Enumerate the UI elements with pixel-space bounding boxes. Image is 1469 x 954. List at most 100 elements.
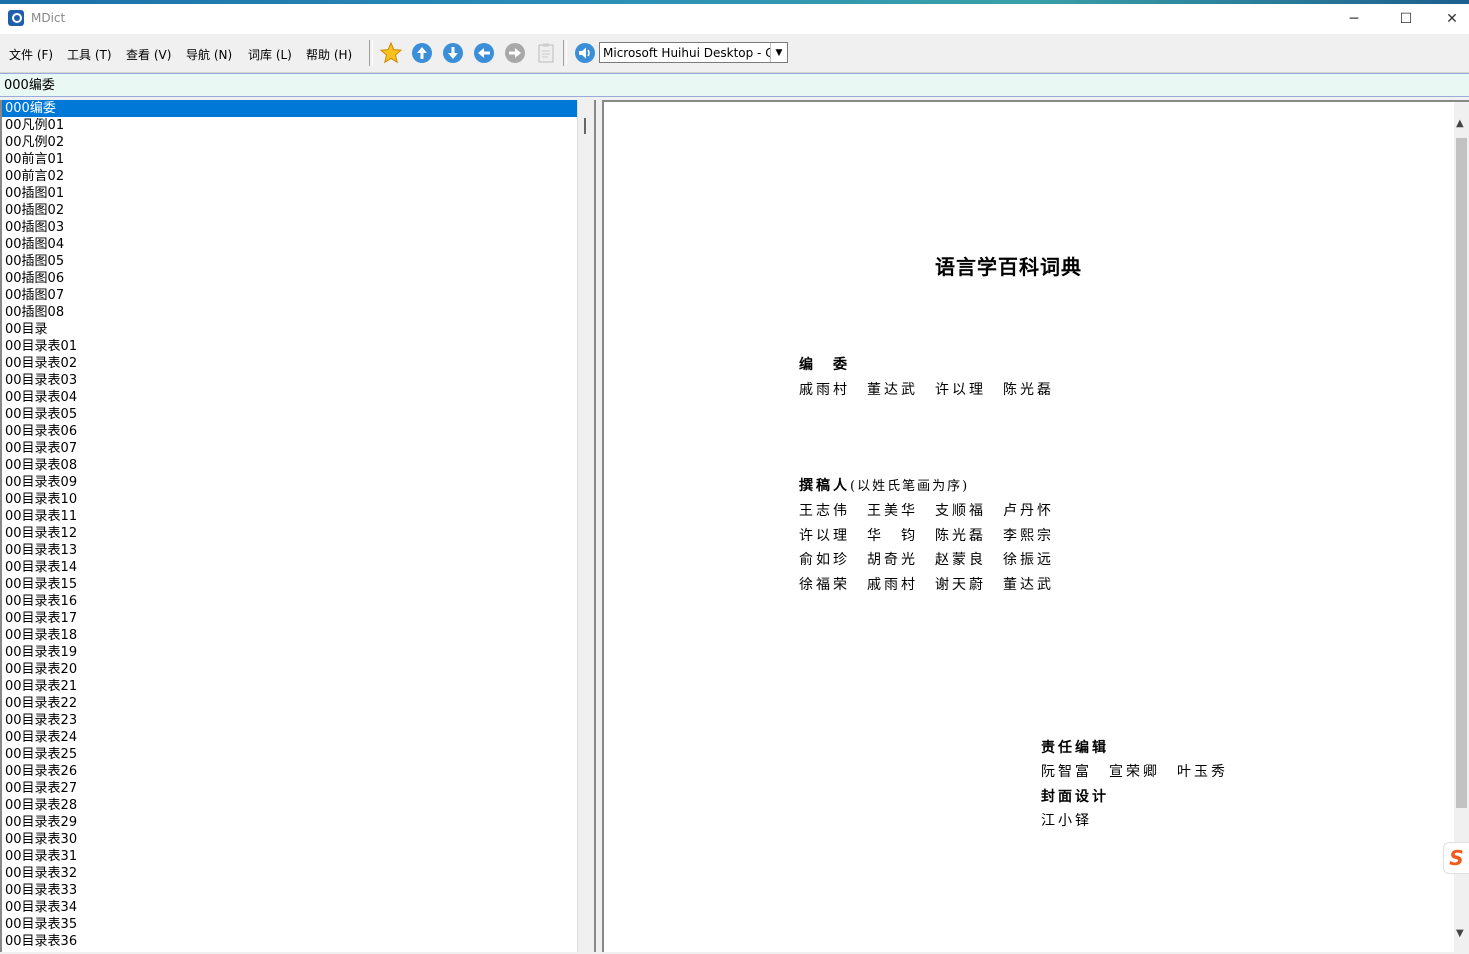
list-item[interactable]: 000编委 (2, 100, 577, 117)
cover-design-heading: 封面设计 (1041, 789, 1109, 805)
menu-library[interactable]: 词库 (L) (248, 46, 292, 63)
scroll-up-icon[interactable]: ▲ (1456, 118, 1464, 129)
book-title: 语言学百科词典 (935, 255, 1082, 279)
list-item[interactable]: 00前言02 (2, 168, 577, 185)
editors-names: 阮智富 宣荣卿 叶玉秀 (1041, 764, 1228, 780)
list-item[interactable]: 00目录表25 (2, 746, 577, 763)
list-item[interactable]: 00目录表31 (2, 848, 577, 865)
list-item[interactable]: 00目录表11 (2, 508, 577, 525)
authors-row: 许以理 华 钧 陈光磊 李熙宗 (799, 528, 1054, 544)
speaker-icon[interactable] (574, 42, 596, 64)
list-item[interactable]: 00目录表30 (2, 831, 577, 848)
list-item[interactable]: 00目录表09 (2, 474, 577, 491)
authors-row: 王志伟 王美华 支顺福 卢丹怀 (799, 503, 1054, 519)
entry-list: 000编委 00凡例01 00凡例02 00前言01 00前言02 00插图01 00插图0… (2, 100, 577, 950)
list-item[interactable]: 00目录表05 (2, 406, 577, 423)
minimize-button[interactable]: ─ (1331, 4, 1377, 34)
list-item[interactable]: 00目录表04 (2, 389, 577, 406)
list-item[interactable]: 00插图04 (2, 236, 577, 253)
list-item[interactable]: 00目录 (2, 321, 577, 338)
list-item[interactable]: 00目录表29 (2, 814, 577, 831)
clipboard-icon[interactable] (535, 42, 557, 64)
document-page: 语言学百科词典 编 委 戚雨村 董达武 许以理 陈光磊 撰稿人(以姓氏笔画为序)… (604, 102, 1454, 954)
maximize-button[interactable]: ☐ (1383, 4, 1429, 34)
list-item[interactable]: 00目录表03 (2, 372, 577, 389)
authors-note: (以姓氏笔画为序) (850, 479, 970, 494)
list-item[interactable]: 00目录表19 (2, 644, 577, 661)
star-icon[interactable] (380, 42, 402, 64)
list-item[interactable]: 00目录表10 (2, 491, 577, 508)
list-item[interactable]: 00目录表02 (2, 355, 577, 372)
editors-heading: 责任编辑 (1041, 740, 1109, 756)
window-title: MDict (31, 11, 66, 25)
list-item[interactable]: 00目录表15 (2, 576, 577, 593)
menu-navigate[interactable]: 导航 (N) (186, 46, 232, 63)
list-item[interactable]: 00目录表35 (2, 916, 577, 933)
list-item[interactable]: 00插图06 (2, 270, 577, 287)
committee-heading: 编 委 (799, 357, 850, 373)
entry-list-pane: 000编委 00凡例01 00凡例02 00前言01 00前言02 00插图01 00插图0… (0, 100, 592, 952)
search-input[interactable] (4, 76, 1404, 91)
authors-row: 俞如珍 胡奇光 赵蒙良 徐振远 (799, 552, 1054, 568)
arrow-left-icon[interactable] (473, 42, 495, 64)
voice-select[interactable]: Microsoft Huihui Desktop - C ▼ (599, 42, 788, 63)
list-item[interactable]: 00凡例02 (2, 134, 577, 151)
content-scrollbar-thumb[interactable] (1456, 138, 1467, 808)
menu-toolbar: 文件 (F) 工具 (T) 查看 (V) 导航 (N) 词库 (L) 帮助 (H… (0, 34, 1469, 73)
content-scrollbar[interactable]: ▲ ▼ (1454, 102, 1469, 952)
list-item[interactable]: 00目录表24 (2, 729, 577, 746)
sogou-ime-icon[interactable]: S (1443, 842, 1469, 874)
mdict-app-icon (8, 10, 24, 26)
list-item[interactable]: 00插图07 (2, 287, 577, 304)
list-item[interactable]: 00目录表16 (2, 593, 577, 610)
scroll-down-icon[interactable]: ▼ (1456, 928, 1464, 939)
list-item[interactable]: 00前言01 (2, 151, 577, 168)
list-scrollbar[interactable] (577, 100, 592, 952)
arrow-down-icon[interactable] (442, 42, 464, 64)
list-item[interactable]: 00目录表07 (2, 440, 577, 457)
menu-tools[interactable]: 工具 (T) (67, 46, 112, 63)
list-item[interactable]: 00目录表17 (2, 610, 577, 627)
toolbar-separator (563, 40, 567, 66)
list-item[interactable]: 00目录表20 (2, 661, 577, 678)
cover-designer: 江小铎 (1041, 813, 1092, 829)
menu-file[interactable]: 文件 (F) (9, 46, 53, 63)
list-item[interactable]: 00目录表18 (2, 627, 577, 644)
list-scrollbar-thumb[interactable] (584, 118, 586, 134)
list-item[interactable]: 00插图02 (2, 202, 577, 219)
list-item[interactable]: 00目录表28 (2, 797, 577, 814)
authors-heading-line: 撰稿人(以姓氏笔画为序) (799, 475, 969, 495)
list-item[interactable]: 00目录表13 (2, 542, 577, 559)
menu-help[interactable]: 帮助 (H) (306, 46, 352, 63)
list-item[interactable]: 00目录表32 (2, 865, 577, 882)
arrow-up-icon[interactable] (411, 42, 433, 64)
arrow-right-icon[interactable] (504, 42, 526, 64)
pane-splitter[interactable] (592, 100, 602, 952)
list-item[interactable]: 00目录表36 (2, 933, 577, 950)
list-item[interactable]: 00目录表06 (2, 423, 577, 440)
list-item[interactable]: 00插图01 (2, 185, 577, 202)
list-item[interactable]: 00目录表33 (2, 882, 577, 899)
list-item[interactable]: 00目录表14 (2, 559, 577, 576)
voice-select-value: Microsoft Huihui Desktop - C (603, 46, 773, 60)
authors-row: 徐福荣 戚雨村 谢天蔚 董达武 (799, 577, 1054, 593)
search-bar (0, 73, 1469, 97)
list-item[interactable]: 00插图03 (2, 219, 577, 236)
list-item[interactable]: 00目录表21 (2, 678, 577, 695)
list-item[interactable]: 00插图05 (2, 253, 577, 270)
list-item[interactable]: 00目录表27 (2, 780, 577, 797)
authors-heading: 撰稿人 (799, 478, 850, 494)
list-item[interactable]: 00目录表26 (2, 763, 577, 780)
list-item[interactable]: 00目录表12 (2, 525, 577, 542)
list-item[interactable]: 00目录表01 (2, 338, 577, 355)
chevron-down-icon[interactable]: ▼ (770, 43, 787, 62)
list-item[interactable]: 00目录表22 (2, 695, 577, 712)
list-item[interactable]: 00目录表08 (2, 457, 577, 474)
menu-view[interactable]: 查看 (V) (126, 46, 171, 63)
list-item[interactable]: 00目录表23 (2, 712, 577, 729)
list-item[interactable]: 00凡例01 (2, 117, 577, 134)
list-item[interactable]: 00插图08 (2, 304, 577, 321)
close-button[interactable]: ✕ (1429, 4, 1469, 34)
list-item[interactable]: 00目录表34 (2, 899, 577, 916)
title-bar: MDict ─ ☐ ✕ (0, 4, 1469, 34)
